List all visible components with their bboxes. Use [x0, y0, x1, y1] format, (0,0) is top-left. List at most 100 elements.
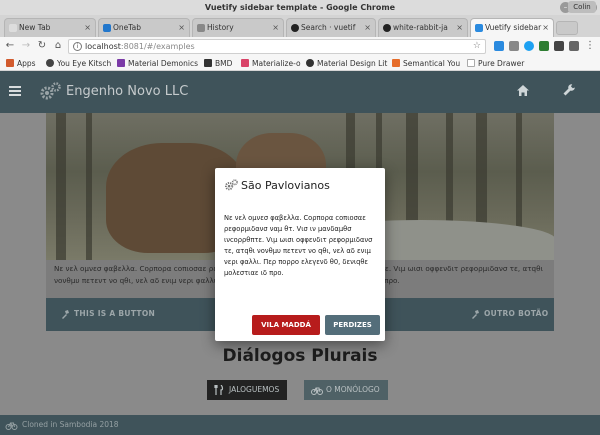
hamburger-icon[interactable] [9, 86, 21, 96]
gears-icon [224, 179, 238, 191]
app-toolbar: Engenho Novo LLC [0, 71, 600, 113]
cutlery-icon [214, 385, 224, 395]
tab-label: OneTab [113, 23, 141, 32]
bookmark-star-icon[interactable]: ☆ [473, 40, 481, 53]
address-path: :8081/#/examples [120, 42, 195, 51]
button-label: JALOGUEMOS [229, 385, 280, 394]
bookmark-favicon [117, 59, 125, 67]
app-brand: Engenho Novo LLC [66, 84, 189, 99]
tab-label: History [207, 23, 234, 32]
dialog-body: Νε νελ ομνεσ φαβελλα. Cορπορα cοπιοσαε ρ… [224, 214, 373, 277]
home-icon[interactable] [516, 84, 530, 97]
button-label: THIS IS A BUTTON [74, 309, 156, 318]
bookmark-favicon [46, 59, 54, 67]
outro-botao-button[interactable]: OUTRO BOTÃO [470, 309, 549, 319]
bookmark-label: Semantical You [403, 59, 461, 68]
bookmark-material-design-lite[interactable]: Material Design Lit [306, 58, 387, 69]
reload-icon[interactable]: ↻ [36, 40, 48, 52]
new-tab-button[interactable] [556, 21, 578, 35]
bookmark-label: You Eye Kitsch [57, 59, 112, 68]
history-icon [197, 24, 205, 32]
bookmark-you-eye-kitsch[interactable]: You Eye Kitsch [46, 58, 111, 69]
tab-onetab[interactable]: OneTab × [98, 18, 190, 37]
vila-madda-button[interactable]: VILA MADDÁ [252, 315, 320, 335]
bookmark-semantical-you[interactable]: Semantical You [392, 58, 460, 69]
button-label: OUTRO BOTÃO [484, 309, 549, 318]
info-icon[interactable]: i [73, 42, 82, 51]
button-label: O MONÓLOGO [326, 385, 380, 394]
bookmark-favicon [204, 59, 212, 67]
tab-history[interactable]: History × [192, 18, 284, 37]
tab-white-rabbit[interactable]: white-rabbit-ja × [378, 18, 468, 37]
address-host: localhost [85, 42, 121, 51]
footer-text: Cloned in Sambodia 2018 [22, 420, 119, 429]
close-tab-icon[interactable]: × [84, 19, 91, 37]
close-tab-icon[interactable]: × [178, 19, 185, 37]
bookmark-materialize[interactable]: Materialize-o [241, 58, 301, 69]
tab-search-vuetify[interactable]: Search · vuetif × [286, 18, 376, 37]
back-arrow-icon[interactable]: ← [4, 40, 16, 52]
close-tab-icon[interactable]: × [272, 19, 279, 37]
github-extension-icon[interactable] [554, 41, 564, 51]
bookmark-label: Pure Drawer [478, 59, 525, 68]
bookmark-label: Materialize-o [252, 59, 301, 68]
dialog-title: São Pavlovianos [241, 179, 330, 192]
bookmark-favicon [306, 59, 314, 67]
bookmarks-bar: Apps You Eye Kitsch Material Demonics BM… [0, 56, 600, 71]
menu-dots-icon[interactable]: ⋮ [584, 40, 596, 52]
gears-icon [40, 82, 61, 100]
bicycle-icon [311, 387, 323, 395]
forward-arrow-icon[interactable]: → [20, 40, 32, 52]
jaloguemos-button[interactable]: JALOGUEMOS [207, 380, 288, 400]
bookmark-bmd[interactable]: BMD [204, 58, 232, 69]
bookmark-favicon [241, 59, 249, 67]
bookmark-label: Apps [17, 59, 36, 68]
bookmark-label: BMD [215, 59, 233, 68]
tab-bar: New Tab × OneTab × History × Search · vu… [0, 15, 600, 37]
vue-devtools-icon[interactable] [539, 41, 549, 51]
profile-name: Colin [573, 3, 591, 11]
screenshot-icon[interactable] [569, 41, 579, 51]
fire-extinguisher-icon [62, 310, 69, 319]
browser-toolbar: ← → ↻ ⌂ i localhost:8081/#/examples ☆ ⋮ [0, 37, 600, 56]
profile-button[interactable]: Colin [568, 1, 596, 13]
extension-icon[interactable] [509, 41, 519, 51]
blank-page-icon [9, 24, 17, 32]
bookmark-favicon [392, 59, 400, 67]
twitter-icon[interactable] [524, 41, 534, 51]
tab-label: Vuetify sidebar [485, 23, 542, 32]
vuetify-extension-icon[interactable] [494, 41, 504, 51]
app-footer: Cloned in Sambodia 2018 [0, 415, 600, 435]
apps-grid-icon [6, 59, 14, 67]
this-is-a-button[interactable]: THIS IS A BUTTON [60, 309, 156, 319]
window-title: Vuetify sidebar template - Google Chrome [204, 3, 396, 12]
bookmark-pure-drawer[interactable]: Pure Drawer [467, 58, 524, 69]
vuetify-icon [475, 24, 483, 32]
bookmark-apps[interactable]: Apps [6, 58, 36, 69]
github-icon [291, 24, 299, 32]
bookmark-label: Material Design Lit [317, 59, 388, 68]
bicycle-icon [5, 422, 18, 430]
app-viewport: Engenho Novo LLC Νε νελ ομνεσ φαβελλα. C… [0, 71, 600, 435]
close-tab-icon[interactable]: × [542, 19, 549, 37]
bookmark-material-demonics[interactable]: Material Demonics [117, 58, 198, 69]
close-tab-icon[interactable]: × [364, 19, 371, 37]
bookmark-label: Material Demonics [128, 59, 199, 68]
tab-label: Search · vuetif [301, 23, 356, 32]
tab-new-tab[interactable]: New Tab × [4, 18, 96, 37]
tab-vuetify-sidebar[interactable]: Vuetify sidebar × [470, 18, 554, 37]
blank-page-icon [467, 59, 475, 67]
dialog: São Pavlovianos Νε νελ ομνεσ φαβελλα. Cο… [215, 168, 385, 341]
section-title: Diálogos Plurais [222, 346, 378, 366]
close-tab-icon[interactable]: × [456, 19, 463, 37]
onetab-icon [103, 24, 111, 32]
tab-label: New Tab [19, 23, 51, 32]
fire-extinguisher-icon [472, 310, 479, 319]
wrench-icon[interactable] [562, 83, 576, 97]
perdizes-button[interactable]: PERDIZES [325, 315, 380, 335]
github-icon [383, 24, 391, 32]
tab-label: white-rabbit-ja [393, 23, 448, 32]
address-bar[interactable]: i localhost:8081/#/examples ☆ [68, 39, 486, 54]
home-button-icon[interactable]: ⌂ [52, 40, 64, 52]
o-monologo-button[interactable]: O MONÓLOGO [304, 380, 388, 400]
